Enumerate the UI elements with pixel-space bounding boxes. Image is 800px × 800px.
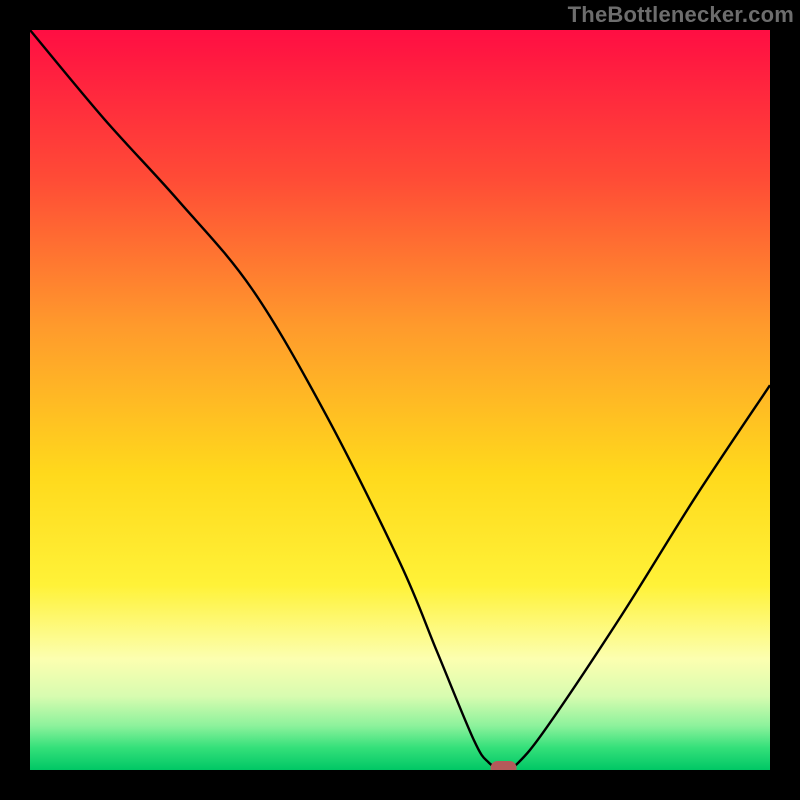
gradient-background xyxy=(30,30,770,770)
bottleneck-curve-chart xyxy=(30,30,770,770)
optimal-point-marker xyxy=(491,761,517,770)
chart-frame: TheBottleneсker.com xyxy=(0,0,800,800)
attribution-label: TheBottleneсker.com xyxy=(568,2,794,28)
plot-area xyxy=(30,30,770,770)
